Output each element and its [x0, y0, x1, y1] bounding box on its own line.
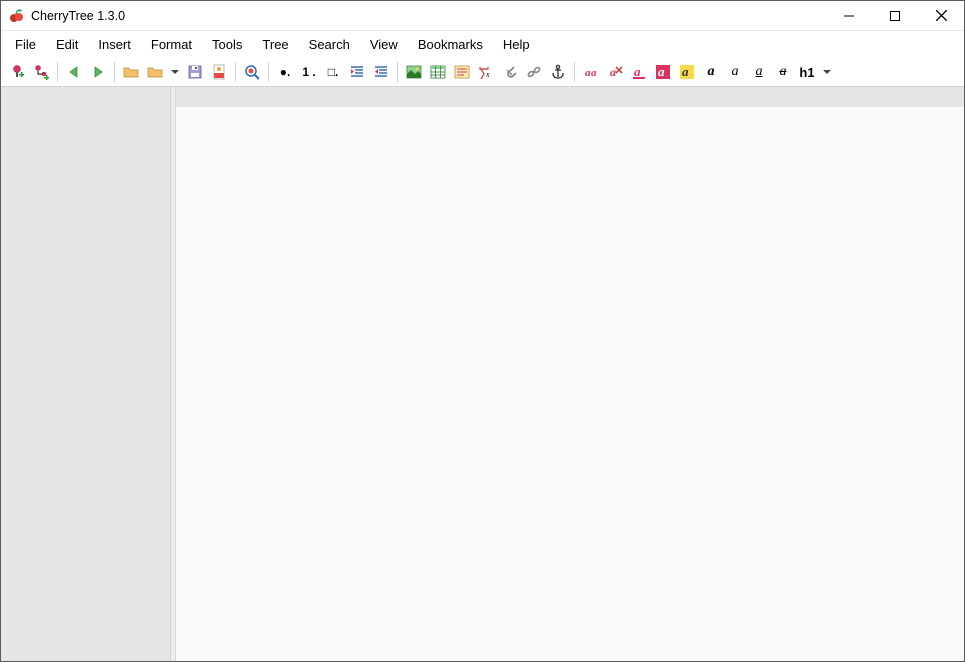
clone-formatting-button[interactable]: a a: [580, 61, 602, 83]
bold-icon: a: [706, 64, 717, 80]
increase-indent-button[interactable]: [346, 61, 368, 83]
svg-text:a: a: [591, 67, 597, 79]
insert-anchor-button[interactable]: [547, 61, 569, 83]
svg-text:a: a: [610, 65, 616, 79]
menu-tools[interactable]: Tools: [202, 33, 252, 56]
close-button[interactable]: [918, 1, 964, 30]
go-back-button[interactable]: [63, 61, 85, 83]
remove-formatting-button[interactable]: a: [604, 61, 626, 83]
open-recent-dropdown[interactable]: [168, 61, 182, 83]
toolbar-separator: [397, 62, 398, 82]
svg-text:x: x: [485, 70, 490, 79]
maximize-button[interactable]: [872, 1, 918, 30]
menubar: File Edit Insert Format Tools Tree Searc…: [1, 31, 964, 58]
bold-button[interactable]: a: [700, 61, 722, 83]
underline-button[interactable]: a: [748, 61, 770, 83]
heading-icon: h1: [797, 65, 816, 80]
text-bg-color-button[interactable]: a: [652, 61, 674, 83]
menu-tree[interactable]: Tree: [252, 33, 298, 56]
text-color-button[interactable]: a: [628, 61, 650, 83]
titlebar: CherryTree 1.3.0: [1, 1, 964, 31]
menu-help[interactable]: Help: [493, 33, 540, 56]
italic-icon: a: [730, 64, 741, 80]
heading-button[interactable]: h1: [796, 61, 818, 83]
insert-link-button[interactable]: [523, 61, 545, 83]
insert-image-button[interactable]: [403, 61, 425, 83]
bullet-icon: ●.: [278, 65, 293, 79]
open-file-button[interactable]: [120, 61, 142, 83]
toolbar-separator: [57, 62, 58, 82]
go-forward-button[interactable]: [87, 61, 109, 83]
heading-dropdown[interactable]: [820, 61, 834, 83]
tree-sidebar[interactable]: [1, 87, 171, 661]
editor-wrap: [176, 87, 964, 661]
menu-search[interactable]: Search: [299, 33, 360, 56]
numbered-list-button[interactable]: 1 .: [298, 61, 320, 83]
strikethrough-button[interactable]: a: [772, 61, 794, 83]
toolbar-separator: [235, 62, 236, 82]
menu-edit[interactable]: Edit: [46, 33, 88, 56]
svg-text:a: a: [682, 64, 689, 79]
open-recent-button[interactable]: [144, 61, 166, 83]
export-pdf-button[interactable]: [208, 61, 230, 83]
menu-format[interactable]: Format: [141, 33, 202, 56]
svg-text:a: a: [634, 64, 641, 79]
minimize-button[interactable]: [826, 1, 872, 30]
toolbar-separator: [574, 62, 575, 82]
toolbar-separator: [114, 62, 115, 82]
save-button[interactable]: [184, 61, 206, 83]
window-title: CherryTree 1.3.0: [31, 9, 826, 23]
add-subnode-button[interactable]: [30, 61, 52, 83]
italic-button[interactable]: a: [724, 61, 746, 83]
insert-file-button[interactable]: [499, 61, 521, 83]
add-node-button[interactable]: [6, 61, 28, 83]
content-area: [1, 87, 964, 661]
strikethrough-icon: a: [778, 64, 789, 80]
app-icon: [9, 8, 25, 24]
number-icon: 1 .: [300, 65, 317, 79]
insert-latex-button[interactable]: x: [475, 61, 497, 83]
todo-list-button[interactable]: □.: [322, 61, 344, 83]
editor[interactable]: [176, 107, 964, 661]
menu-insert[interactable]: Insert: [88, 33, 141, 56]
insert-codebox-button[interactable]: [451, 61, 473, 83]
svg-text:a: a: [658, 64, 665, 79]
toolbar: ●. 1 . □.: [1, 58, 964, 87]
underline-icon: a: [754, 64, 765, 80]
bulleted-list-button[interactable]: ●.: [274, 61, 296, 83]
text-highlight-button[interactable]: a: [676, 61, 698, 83]
editor-header: [176, 87, 964, 107]
window-controls: [826, 1, 964, 30]
menu-bookmarks[interactable]: Bookmarks: [408, 33, 493, 56]
menu-view[interactable]: View: [360, 33, 408, 56]
toolbar-separator: [268, 62, 269, 82]
decrease-indent-button[interactable]: [370, 61, 392, 83]
menu-file[interactable]: File: [5, 33, 46, 56]
find-replace-button[interactable]: [241, 61, 263, 83]
checkbox-icon: □.: [326, 65, 341, 79]
insert-table-button[interactable]: [427, 61, 449, 83]
